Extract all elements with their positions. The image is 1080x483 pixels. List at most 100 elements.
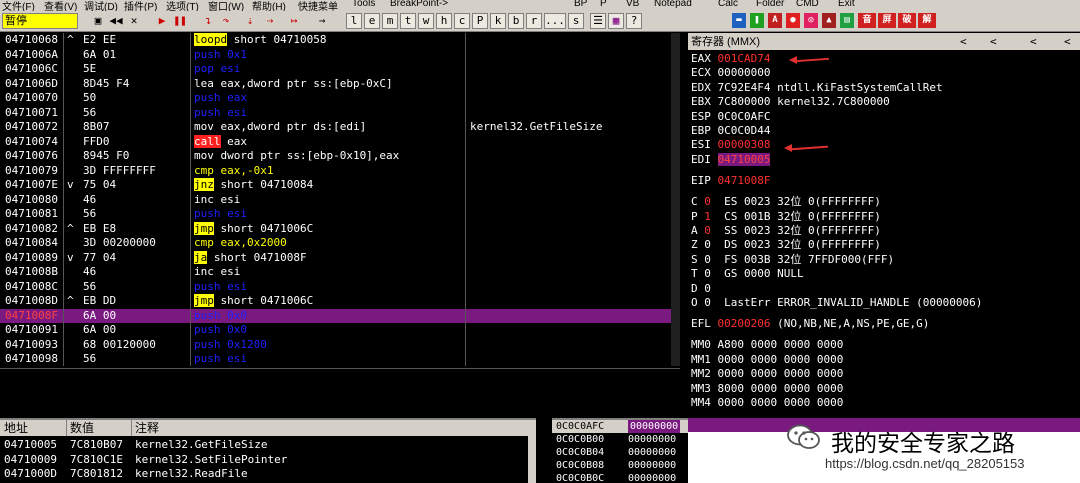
scrollbar[interactable] [671,33,680,366]
trace-over-icon[interactable]: ⇢ [262,13,278,29]
rewind-icon[interactable]: ◀◀ [108,13,124,29]
disasm-row[interactable]: 0471006A 6A 01 push 0x1 [0,48,680,63]
mmx-line[interactable]: MM1 0000 0000 0000 0000 [691,353,843,367]
disasm-row[interactable]: 04710082 ^ EB E8 jmp short 0471006C [0,221,680,237]
menu-item[interactable]: Tools [352,0,375,9]
scrollbar[interactable] [528,436,536,483]
flag-bit[interactable]: 0 [704,296,711,309]
disasm-row[interactable]: 04710071 56 push esi [0,106,680,121]
register-line[interactable]: EAX 001CAD74 [691,52,770,66]
disasm-row[interactable]: 04710070 50 push eax [0,91,680,106]
flag-bit[interactable]: 0 [704,282,711,295]
flag-line[interactable]: Z 0 DS 0023 32位 0(FFFFFFFF) [691,238,881,252]
disasm-row[interactable]: 04710079 3D FFFFFFFF cmp eax,-0x1 [0,164,680,179]
register-line[interactable]: EDI 04710005 [691,152,771,167]
menu-item[interactable]: BreakPoint-> [390,0,448,9]
disasm-row[interactable]: 0471007E v 75 04 jnz short 04710084 [0,178,680,193]
flag-line[interactable]: O 0 LastErr ERROR_INVALID_HANDLE (000000… [691,296,982,310]
disasm-row[interactable]: 0471006C 5E pop esi [0,62,680,77]
col-comment[interactable]: 注释 [135,420,159,436]
dump-pane[interactable]: 地址 数值 注释 04710005 7C810B07 kernel32.GetFil… [0,418,536,483]
register-line[interactable]: EIP 0471008F [691,174,770,188]
plugin-icon-5[interactable]: ◎ [804,13,818,28]
flag-line[interactable]: C 0 ES 0023 32位 0(FFFFFFFF) [691,195,881,209]
dump-row[interactable]: 04710009 7C810C1E kernel32.SetFilePointer [0,453,536,467]
chevron-left-icon[interactable]: < [1064,33,1071,50]
menu-item[interactable]: 查看(V) [44,0,77,11]
flag-bit[interactable]: 0 [704,267,711,280]
chevron-left-icon[interactable]: < [1030,33,1037,50]
plugin-icon-3[interactable]: A [768,13,782,28]
register-value[interactable]: 7C92E4F4 [718,81,771,94]
grid-icon[interactable]: ▦ [608,13,624,29]
stack-row[interactable]: 0C0C0B04 00000000 [552,446,688,459]
disasm-row[interactable]: 04710081 56 push esi [0,207,680,222]
disasm-row[interactable]: 0471006D 8D45 F4 lea eax,dword ptr ss:[ebp… [0,77,680,92]
menu-item[interactable]: 插件(P) [124,0,157,11]
disasm-row[interactable]: 0471008D ^ EB DD jmp short 0471006C [0,294,680,309]
disasm-row[interactable]: 04710080 46 inc esi [0,193,680,208]
col-value[interactable]: 数值 [70,420,94,436]
flag-line[interactable]: A 0 SS 0023 32位 0(FFFFFFFF) [691,224,881,238]
toolbar-letter-button[interactable]: b [508,13,524,29]
flag-line[interactable]: T 0 GS 0000 NULL [691,267,804,281]
mmx-line[interactable]: MM3 8000 0000 0000 0000 [691,382,843,396]
tab[interactable]: BP [574,0,587,9]
stack-row[interactable]: 0C0C0B0C 00000000 [552,472,688,483]
plugin-icon-11[interactable]: 解 [918,13,936,28]
toolbar-letter-button[interactable]: t [400,13,416,29]
disasm-row[interactable]: 04710091 6A 00 push 0x0 [0,323,680,338]
disassembly-pane[interactable]: 04710068 ^ E2 EE loopd short 04710058 047100… [0,33,680,366]
trace-into-icon[interactable]: ⇣ [242,13,258,29]
close-icon[interactable]: ✕ [126,13,142,29]
disasm-row[interactable]: 0471008C 56 push esi [0,280,680,295]
menu-item[interactable]: 调试(D) [84,0,118,11]
plugin-icon-7[interactable]: ▤ [840,13,854,28]
register-value[interactable]: 00200206 [718,317,771,330]
plugin-icon-2[interactable]: ❚ [750,13,764,28]
toolbar-letter-button[interactable]: c [454,13,470,29]
register-value[interactable]: 0C0C0D44 [718,124,771,137]
tab[interactable]: Calc [718,0,738,9]
tab[interactable]: VB [626,0,639,9]
tab[interactable]: Folder [756,0,784,9]
menu-item[interactable]: 快捷菜单 [298,0,338,11]
stack-row[interactable]: 0C0C0B08 00000000 [552,459,688,472]
disasm-row[interactable]: 04710074 FFD0 call eax [0,134,680,150]
register-line[interactable]: ESP 0C0C0AFC [691,110,770,124]
register-value[interactable]: 0471008F [718,174,771,187]
flag-line[interactable]: P 1 CS 001B 32位 0(FFFFFFFF) [691,210,881,224]
register-value[interactable]: 04710005 [717,152,771,166]
register-line[interactable]: EBX 7C800000 kernel32.7C800000 [691,95,890,109]
register-line[interactable]: EBP 0C0C0D44 [691,124,770,138]
disasm-row[interactable]: 04710072 8B07 mov eax,dword ptr ds:[edi] ke… [0,120,680,135]
register-value[interactable]: 00000308 [718,138,771,151]
help-icon[interactable]: ? [626,13,642,29]
plugin-icon-4[interactable]: ● [786,13,800,28]
register-value[interactable]: 0C0C0AFC [718,110,771,123]
toolbar-letter-button[interactable]: l [346,13,362,29]
register-line[interactable]: EFL 00200206 (NO,NB,NE,A,NS,PE,GE,G) [691,317,929,331]
chevron-left-icon[interactable]: < [960,33,967,50]
tab[interactable]: Exit [838,0,855,9]
plugin-icon-6[interactable]: ▲ [822,13,836,28]
flag-line[interactable]: S 0 FS 003B 32位 7FFDF000(FFF) [691,253,894,267]
register-line[interactable]: ECX 00000000 [691,66,770,80]
stack-pane[interactable]: 0C0C0AFC 00000000 0C0C0B00 00000000 0C0C0B04… [552,418,688,483]
registers-pane[interactable]: 寄存器 (MMX) < < < < EAX 001CAD74 ECX 000000… [688,33,1080,416]
register-value[interactable]: 00000000 [718,66,771,79]
toolbar-letter-button[interactable]: P [472,13,488,29]
dump-row[interactable]: 0471000D 7C801812 kernel32.ReadFile [0,467,536,481]
tab[interactable]: P [600,0,607,9]
flag-bit[interactable]: 0 [704,224,711,237]
col-address[interactable]: 地址 [4,420,28,436]
plugin-icon-1[interactable]: ▬ [732,13,746,28]
stack-row[interactable]: 0C0C0B00 00000000 [552,433,688,446]
plugin-icon-8[interactable]: 音 [858,13,876,28]
flag-bit[interactable]: 0 [704,253,711,266]
open-icon[interactable]: ▣ [90,13,106,29]
toolbar-letter-button[interactable]: h [436,13,452,29]
flag-line[interactable]: D 0 [691,282,711,296]
step-over-icon[interactable]: ↷ [218,13,234,29]
toolbar-letter-button[interactable]: w [418,13,434,29]
